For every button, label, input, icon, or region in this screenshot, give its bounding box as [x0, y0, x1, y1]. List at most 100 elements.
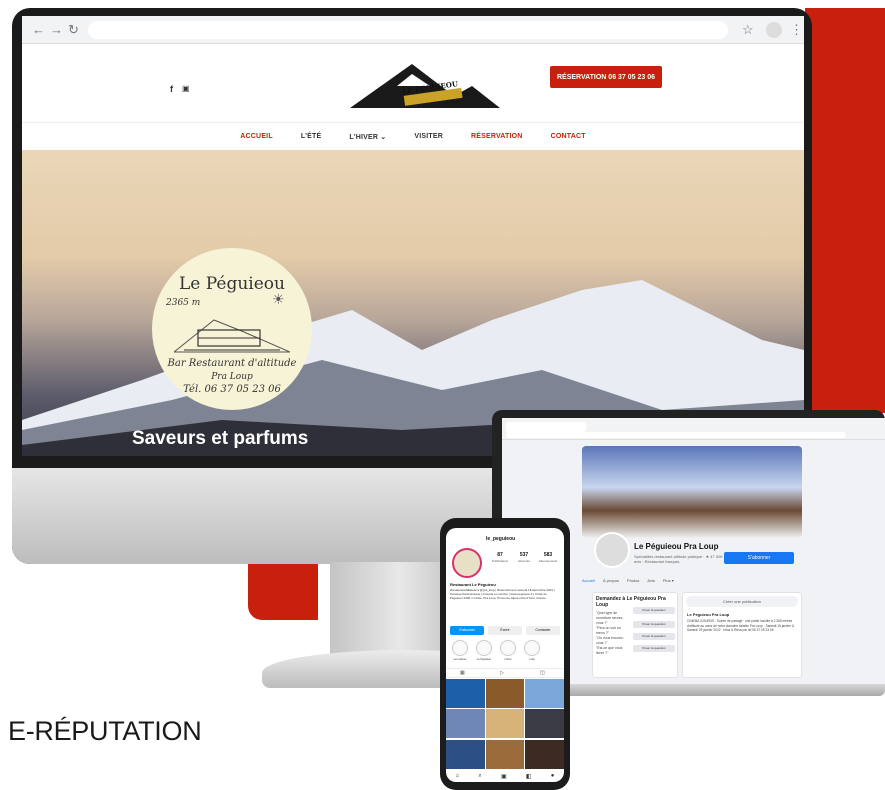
post-author[interactable]: Le Péguieou Pra Loup [683, 610, 801, 619]
facebook-page-name[interactable]: Le Péguieou Pra Loup [634, 542, 718, 551]
address-bar[interactable] [88, 21, 728, 39]
grid-photo[interactable] [485, 739, 525, 769]
instagram-bottom-nav: ⌂ ⌕ ▣ ◧ ● [446, 770, 564, 782]
ask-question: "Est-ce que vous livrez ?" [596, 646, 623, 655]
reels-icon[interactable]: ▣ [501, 773, 507, 780]
highlight-bubble[interactable] [452, 640, 468, 656]
facebook-follow-button[interactable]: S'abonner [724, 552, 794, 564]
arrow-right-icon[interactable]: → [50, 22, 63, 38]
home-icon[interactable]: ⌂ [456, 773, 460, 779]
bio-name: Restaurant Le Péguieou [450, 582, 496, 587]
instagram-grid [446, 679, 564, 769]
reload-icon[interactable]: ↻ [68, 22, 79, 38]
shop-icon[interactable]: ◧ [526, 773, 532, 780]
grid-photo[interactable] [525, 679, 564, 708]
browser-tab[interactable] [506, 422, 586, 432]
site-header: f ▣ LE PEGUIEOU 2365 m RÉSERVATION 06 37… [22, 44, 804, 122]
nav-hiver[interactable]: L'HIVER ⌄ [349, 133, 386, 141]
sun-icon: ☀ [272, 292, 285, 308]
reservation-button[interactable]: RÉSERVATION 06 37 05 23 06 [550, 66, 662, 88]
phone-screen: le_peguieou 87 Publications 537 Abonnés … [446, 528, 564, 782]
stat-followers-label: Abonnés [518, 559, 530, 563]
facebook-cover-photo [582, 446, 802, 538]
site-nav: ACCUEIL L'ÉTÉ L'HIVER ⌄ VISITER RÉSERVAT… [22, 122, 804, 150]
nav-visiter[interactable]: VISITER [414, 133, 443, 140]
hero-title: Saveurs et parfums [132, 428, 309, 449]
stat-following-value[interactable]: 583 [536, 552, 560, 558]
ask-question: "Où vous trouvez-vous ?" [596, 636, 624, 645]
desktop-screen: ← → ↻ ☆ ⋮ f ▣ LE PEGUIEOU 2365 m RÉSERVA… [22, 16, 804, 456]
page-heading: E-RÉPUTATION [8, 716, 202, 746]
logo-altitude: 2365 m [446, 99, 460, 104]
ask-button[interactable]: Poser la question [633, 633, 675, 640]
reels-icon[interactable]: ▷ [500, 670, 504, 676]
address-bar[interactable] [506, 432, 846, 438]
grid-photo[interactable] [525, 739, 564, 769]
nav-reservation[interactable]: RÉSERVATION [471, 133, 523, 140]
restaurant-badge: Le Péguieou 2365 m ☀ Bar Restaurant d'al… [152, 248, 312, 410]
grid-photo[interactable] [446, 679, 485, 708]
facebook-avatar[interactable] [594, 532, 630, 568]
profile-avatar[interactable] [766, 22, 782, 38]
stat-following-label: Abonnements [538, 559, 558, 563]
ask-button[interactable]: Poser la question [633, 621, 675, 628]
instagram-icon[interactable]: ▣ [182, 84, 190, 93]
badge-line2: Pra Loup [211, 372, 253, 382]
highlight-bubble[interactable] [476, 640, 492, 656]
browser-toolbar: ← → ↻ ☆ ⋮ [22, 16, 804, 44]
tagged-icon[interactable]: ◫ [540, 670, 545, 676]
grid-icon[interactable]: ▦ [460, 670, 465, 676]
post-text: CINEMA GOURDS · Soirée de partage · une … [687, 619, 795, 632]
tab-accueil[interactable]: Accueil [582, 578, 595, 583]
message-button[interactable]: Écrire [488, 626, 522, 635]
badge-line1: Bar Restaurant d'altitude [167, 358, 297, 369]
instagram-avatar[interactable] [452, 548, 482, 578]
follow-button[interactable]: S'abonner [450, 626, 484, 635]
stat-posts-value[interactable]: 87 [488, 552, 512, 558]
highlight-label: L'été [529, 658, 535, 661]
tab-plus[interactable]: Plus ▾ [663, 578, 674, 583]
ask-question: "Peut-on voir un menu ?" [596, 626, 621, 635]
nav-ete[interactable]: L'ÉTÉ [301, 133, 322, 140]
facebook-tabs: Accueil À propos Photos Avis Plus ▾ [582, 574, 802, 586]
grid-photo[interactable] [485, 709, 525, 739]
instagram-username: le_peguieou [486, 536, 516, 542]
instagram-tabs: ▦ ▷ ◫ [446, 668, 564, 678]
badge-altitude: 2365 m [166, 298, 201, 308]
tab-avis[interactable]: Avis [647, 578, 654, 583]
star-icon[interactable]: ☆ [742, 22, 754, 38]
contact-button[interactable]: Contacter [526, 626, 560, 635]
ask-button[interactable]: Poser la question [633, 607, 675, 614]
arrow-left-icon[interactable]: ← [32, 22, 45, 38]
grid-photo[interactable] [485, 679, 525, 708]
stat-followers-value[interactable]: 537 [512, 552, 536, 558]
badge-name: Le Péguieou [178, 274, 285, 294]
highlight-label: Les soirées [453, 658, 467, 661]
red-accent-block [805, 8, 885, 413]
red-accent-tab [248, 560, 318, 620]
create-post-button[interactable]: Créer une publication [686, 596, 798, 607]
laptop-browser-toolbar [502, 418, 885, 440]
grid-photo[interactable] [525, 709, 564, 739]
facebook-post-column: Créer une publication Le Péguieou Pra Lo… [682, 592, 802, 678]
kebab-menu-icon[interactable]: ⋮ [790, 22, 803, 38]
badge-phone: Tél. 06 37 05 23 06 [183, 384, 281, 395]
profile-icon[interactable]: ● [551, 773, 555, 779]
tab-apropos[interactable]: À propos [603, 578, 619, 583]
facebook-ask-card: Demandez à Le Péguieou Pra Loup "Quel ty… [592, 592, 678, 678]
grid-photo[interactable] [446, 709, 485, 739]
grid-photo[interactable] [446, 739, 485, 769]
ask-question: "Quel type de nourriture servez-vous ?" [596, 611, 624, 625]
nav-contact[interactable]: CONTACT [551, 133, 586, 140]
highlight-bubble[interactable] [524, 640, 540, 656]
stat-posts-label: Publications [491, 559, 509, 563]
facebook-icon[interactable]: f [170, 84, 173, 94]
highlight-label: L'hiver [504, 658, 512, 661]
highlight-label: Le Péguieou [476, 658, 492, 661]
nav-accueil[interactable]: ACCUEIL [240, 133, 273, 140]
highlight-bubble[interactable] [500, 640, 516, 656]
search-icon[interactable]: ⌕ [478, 773, 481, 780]
ask-button[interactable]: Poser la question [633, 645, 675, 652]
bio-text: #restaurantdaltitude à @pra_loup | Réouv… [450, 588, 555, 600]
tab-photos[interactable]: Photos [627, 578, 639, 583]
